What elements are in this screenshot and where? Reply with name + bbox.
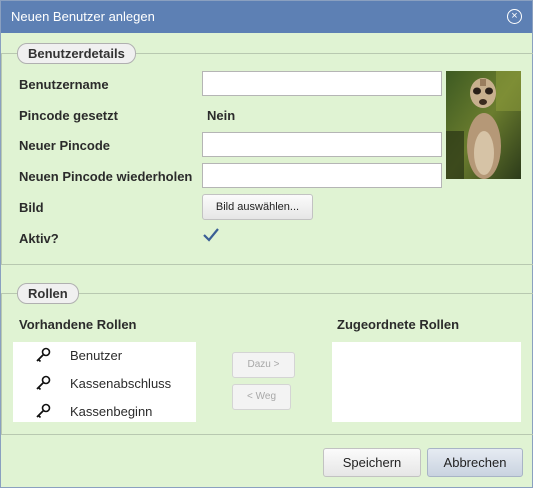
save-button[interactable]: Speichern: [323, 448, 421, 477]
pincode-set-value: Nein: [207, 108, 236, 123]
dialog-titlebar[interactable]: Neuen Benutzer anlegen ×: [1, 1, 532, 33]
checkmark-icon: [203, 228, 219, 242]
meerkat-image: [446, 71, 521, 179]
save-button-label: Speichern: [342, 455, 402, 470]
active-checkbox[interactable]: [202, 227, 220, 243]
list-item[interactable]: Kassenabschluss: [13, 370, 196, 398]
assigned-roles-label: Zugeordnete Rollen: [337, 317, 460, 332]
list-item[interactable]: Benutzer: [13, 342, 196, 370]
username-field[interactable]: [202, 71, 442, 96]
assigned-roles-list[interactable]: [332, 342, 521, 422]
add-role-button-label: Dazu >: [247, 359, 280, 370]
user-photo: [446, 71, 521, 179]
role-name: Kassenbeginn: [70, 404, 153, 419]
user-details-legend: Benutzerdetails: [17, 43, 136, 64]
role-name: Benutzer: [70, 348, 123, 363]
repeat-pincode-field[interactable]: [202, 163, 442, 188]
key-icon: [36, 403, 51, 419]
role-name: Kassenabschluss: [70, 376, 172, 391]
cancel-button-label: Abbrechen: [443, 455, 507, 470]
pincode-set-label: Pincode gesetzt: [19, 108, 118, 123]
list-item[interactable]: Kassenbeginn: [13, 398, 196, 422]
select-image-button-label: Bild auswählen...: [215, 201, 300, 213]
repeat-pincode-label: Neuen Pincode wiederholen: [19, 169, 193, 184]
username-label: Benutzername: [19, 77, 109, 92]
available-roles-list[interactable]: Benutzer Kassenabschluss Kassenbeginn: [13, 342, 196, 422]
roles-legend: Rollen: [17, 283, 79, 304]
available-roles-label: Vorhandene Rollen: [19, 317, 137, 332]
remove-role-button-label: < Weg: [247, 391, 276, 402]
key-icon: [36, 347, 51, 363]
close-icon[interactable]: ×: [507, 9, 522, 24]
select-image-button[interactable]: Bild auswählen...: [202, 194, 313, 220]
new-pincode-label: Neuer Pincode: [19, 138, 111, 153]
key-icon: [36, 375, 51, 391]
cancel-button[interactable]: Abbrechen: [427, 448, 523, 477]
remove-role-button[interactable]: < Weg: [232, 384, 291, 410]
dialog-title: Neuen Benutzer anlegen: [11, 9, 155, 24]
image-label: Bild: [19, 200, 44, 215]
new-user-dialog: Neuen Benutzer anlegen × Benutzerdetails…: [0, 0, 533, 488]
active-label: Aktiv?: [19, 231, 59, 246]
new-pincode-field[interactable]: [202, 132, 442, 157]
add-role-button[interactable]: Dazu >: [232, 352, 295, 378]
